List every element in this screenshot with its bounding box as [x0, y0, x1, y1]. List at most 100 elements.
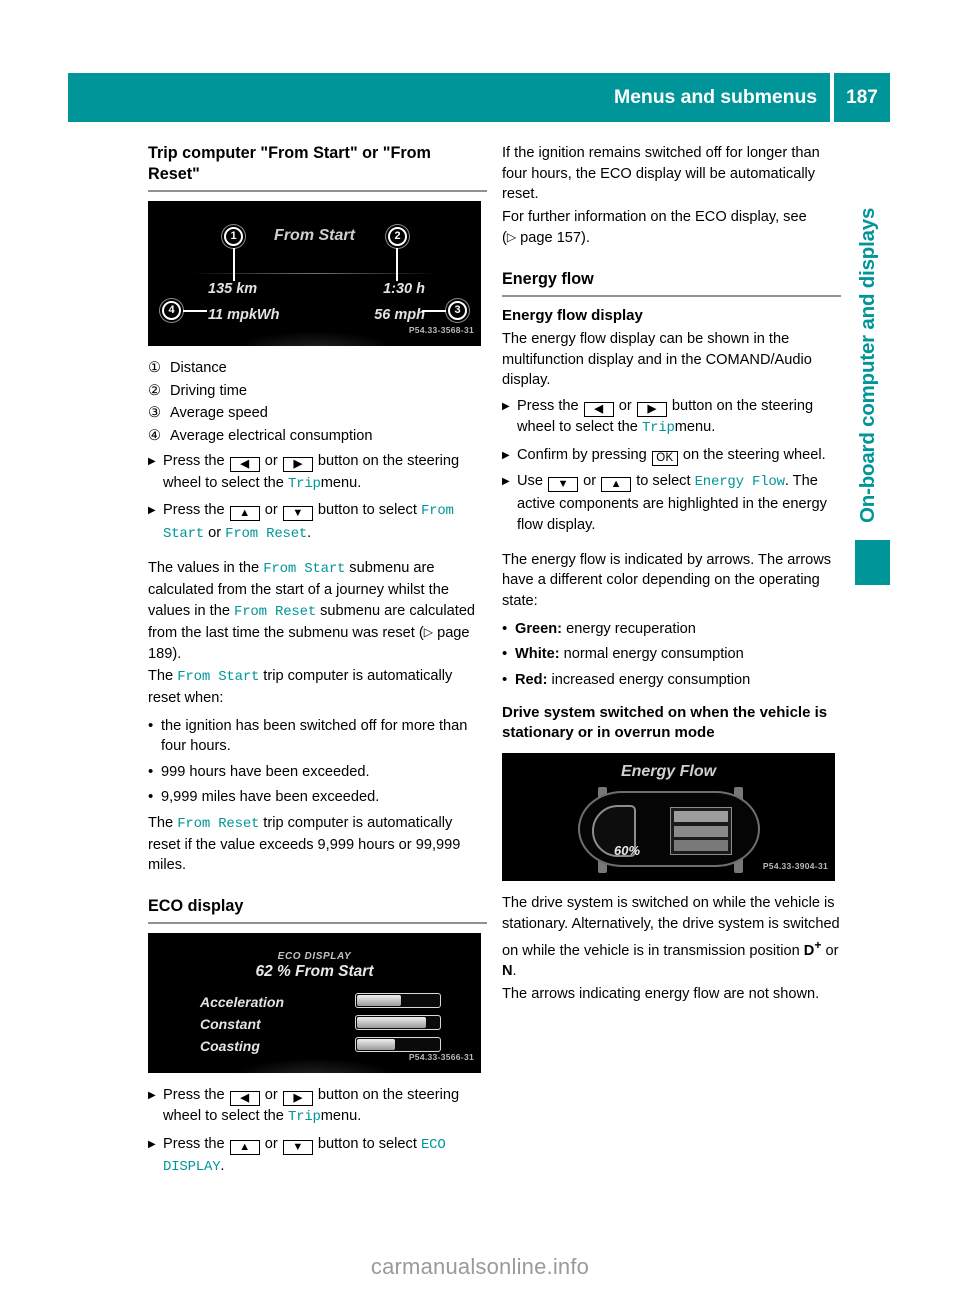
eco-bar-row: Acceleration: [200, 991, 451, 1013]
paragraph-eco-auto-reset: If the ignition remains switched off for…: [502, 145, 820, 203]
right-arrow-key-icon[interactable]: ▶: [282, 457, 313, 473]
up-arrow-key-icon[interactable]: ▲: [229, 506, 260, 522]
page-reference[interactable]: page 157: [520, 230, 581, 246]
step-arrow-icon: ▶: [502, 449, 510, 461]
left-arrow-key-icon[interactable]: ◀: [229, 457, 260, 473]
step-arrow-icon: ▶: [502, 400, 510, 412]
section-rule: [148, 190, 487, 192]
legend-item: ② Driving time: [148, 381, 487, 402]
menu-name-from-start: From Start: [177, 669, 260, 686]
page-header: Menus and submenus 187: [68, 73, 890, 122]
step-text: Press the ▲ or ▼ button to select From S…: [163, 500, 487, 545]
menu-name-from-reset: From Reset: [234, 603, 317, 620]
legend-item: ① Distance: [148, 358, 487, 379]
paragraph-arrow-colors: The energy flow is indicated by arrows. …: [502, 551, 832, 609]
trip-screen-distance-value: 135 km: [208, 281, 258, 297]
step-text-or: or: [264, 453, 278, 470]
energy-screen-title: Energy Flow: [620, 763, 717, 781]
step-text-end: .: [307, 524, 312, 541]
paragraph-further-info: For further information on the ECO displ…: [502, 207, 841, 249]
step-text-a: Press the: [163, 502, 225, 519]
menu-name-from-start: From Start: [263, 561, 346, 578]
step-text-b: button to select: [317, 502, 417, 519]
paragraph-auto-reset: The From Start trip computer is automati…: [148, 666, 487, 708]
right-arrow-key-icon[interactable]: ▶: [636, 401, 667, 417]
step-text-b: to select: [636, 473, 691, 490]
figure-code: P54.33-3568-31: [408, 325, 474, 336]
section-rule: [502, 294, 841, 297]
subsection-title-drive-system: Drive system switched on when the vehicl…: [502, 704, 828, 742]
step-text-a: Confirm by pressing: [517, 446, 647, 463]
chapter-side-tab-label: On-board computer and displays: [856, 207, 879, 523]
transmission-position-plus: +: [814, 937, 822, 952]
instruction-step: ▶ Press the ◀ or ▶ button on the steerin…: [148, 1085, 487, 1129]
left-arrow-key-icon[interactable]: ◀: [229, 1090, 260, 1106]
legend-number: ②: [148, 382, 161, 399]
section-title-trip-computer: Trip computer "From Start" or "From Rese…: [148, 144, 431, 183]
trip-screen-consumption-value: 11 mpkWh: [208, 307, 280, 323]
legend-number: ④: [148, 427, 161, 444]
menu-name-trip: Trip: [287, 475, 321, 492]
legend-number: ③: [148, 405, 161, 422]
down-arrow-key-icon[interactable]: ▼: [548, 477, 579, 493]
instruction-step: ▶ Press the ▲ or ▼ button to select ECO …: [148, 1134, 487, 1179]
legend-item: ③ Average speed: [148, 403, 487, 424]
para-d: ).: [172, 645, 182, 662]
instruction-step: ▶ Confirm by pressing OK on the steering…: [502, 445, 841, 467]
menu-name-from-reset: From Reset: [177, 815, 260, 832]
bullet-desc: normal energy consumption: [563, 646, 744, 663]
para-a: The values in the: [148, 560, 260, 577]
up-arrow-key-icon[interactable]: ▲: [601, 477, 632, 493]
bullet-icon: •: [502, 619, 508, 637]
step-arrow-icon: ▶: [148, 1089, 156, 1101]
menu-name-from-reset: From Reset: [225, 525, 308, 542]
paragraph-energy-flow-display: The energy flow display can be shown in …: [502, 330, 812, 389]
step-text: Press the ◀ or ▶ button on the steering …: [517, 396, 841, 440]
para-end: .: [512, 962, 517, 979]
para-or: or: [825, 942, 839, 959]
trip-screen-divider: [190, 273, 439, 274]
figure-code: P54.33-3904-31: [762, 860, 828, 871]
step-text-or: or: [264, 1135, 278, 1152]
instruction-step: ▶ Press the ◀ or ▶ button on the steerin…: [148, 451, 487, 495]
legend-item: ④ Average electrical consumption: [148, 426, 487, 447]
paragraph-submenu-values: The values in the From Start submenu are…: [148, 558, 487, 664]
callout-leader-1: [233, 248, 235, 281]
legend-label: Driving time: [170, 382, 248, 399]
step-text: Use ▼ or ▲ to select Energy Flow. The ac…: [517, 471, 841, 537]
step-text-c: menu.: [320, 1108, 362, 1125]
arrow-color-list: • Green: energy recuperation • White: no…: [502, 619, 841, 691]
down-arrow-key-icon[interactable]: ▼: [282, 506, 313, 522]
bullet-text: Green: energy recuperation: [515, 619, 841, 640]
left-arrow-key-icon[interactable]: ◀: [583, 401, 614, 417]
battery-icon: [670, 807, 732, 856]
down-arrow-key-icon[interactable]: ▼: [282, 1139, 313, 1155]
step-arrow-icon: ▶: [148, 456, 156, 468]
legend-label: Average speed: [170, 405, 268, 422]
bullet-text: 9,999 miles have been exceeded.: [161, 789, 380, 806]
bullet-item: • Green: energy recuperation: [502, 619, 841, 640]
ok-key-icon[interactable]: OK: [651, 450, 678, 466]
bullet-icon: •: [148, 788, 154, 806]
callout-marker-1: 1: [224, 227, 243, 246]
legend-number: ①: [148, 360, 161, 376]
eco-bar-label: Acceleration: [200, 993, 285, 1010]
bullet-icon: •: [502, 670, 508, 688]
page-number: 187: [846, 86, 878, 108]
page-ref-arrow-icon: ▷: [423, 625, 434, 640]
step-text-a: Press the: [163, 1135, 225, 1152]
right-arrow-key-icon[interactable]: ▶: [282, 1090, 313, 1106]
step-text-c: menu.: [320, 474, 362, 491]
up-arrow-key-icon[interactable]: ▲: [229, 1139, 260, 1155]
trip-screen-title: From Start: [274, 227, 355, 244]
legend-label: Average electrical consumption: [170, 427, 373, 444]
bullet-item: • 9,999 miles have been exceeded.: [148, 787, 487, 808]
para-a: The: [148, 814, 174, 831]
instruction-step: ▶ Press the ▲ or ▼ button to select From…: [148, 500, 487, 545]
callout-leader-4: [181, 310, 207, 312]
step-text: Press the ◀ or ▶ button on the steering …: [163, 451, 487, 495]
paragraph-drive-system: The drive system is switched on while th…: [502, 893, 841, 981]
bullet-label: Red:: [515, 671, 548, 688]
step-text-a: Press the: [163, 453, 225, 470]
step-arrow-icon: ▶: [148, 1138, 156, 1150]
